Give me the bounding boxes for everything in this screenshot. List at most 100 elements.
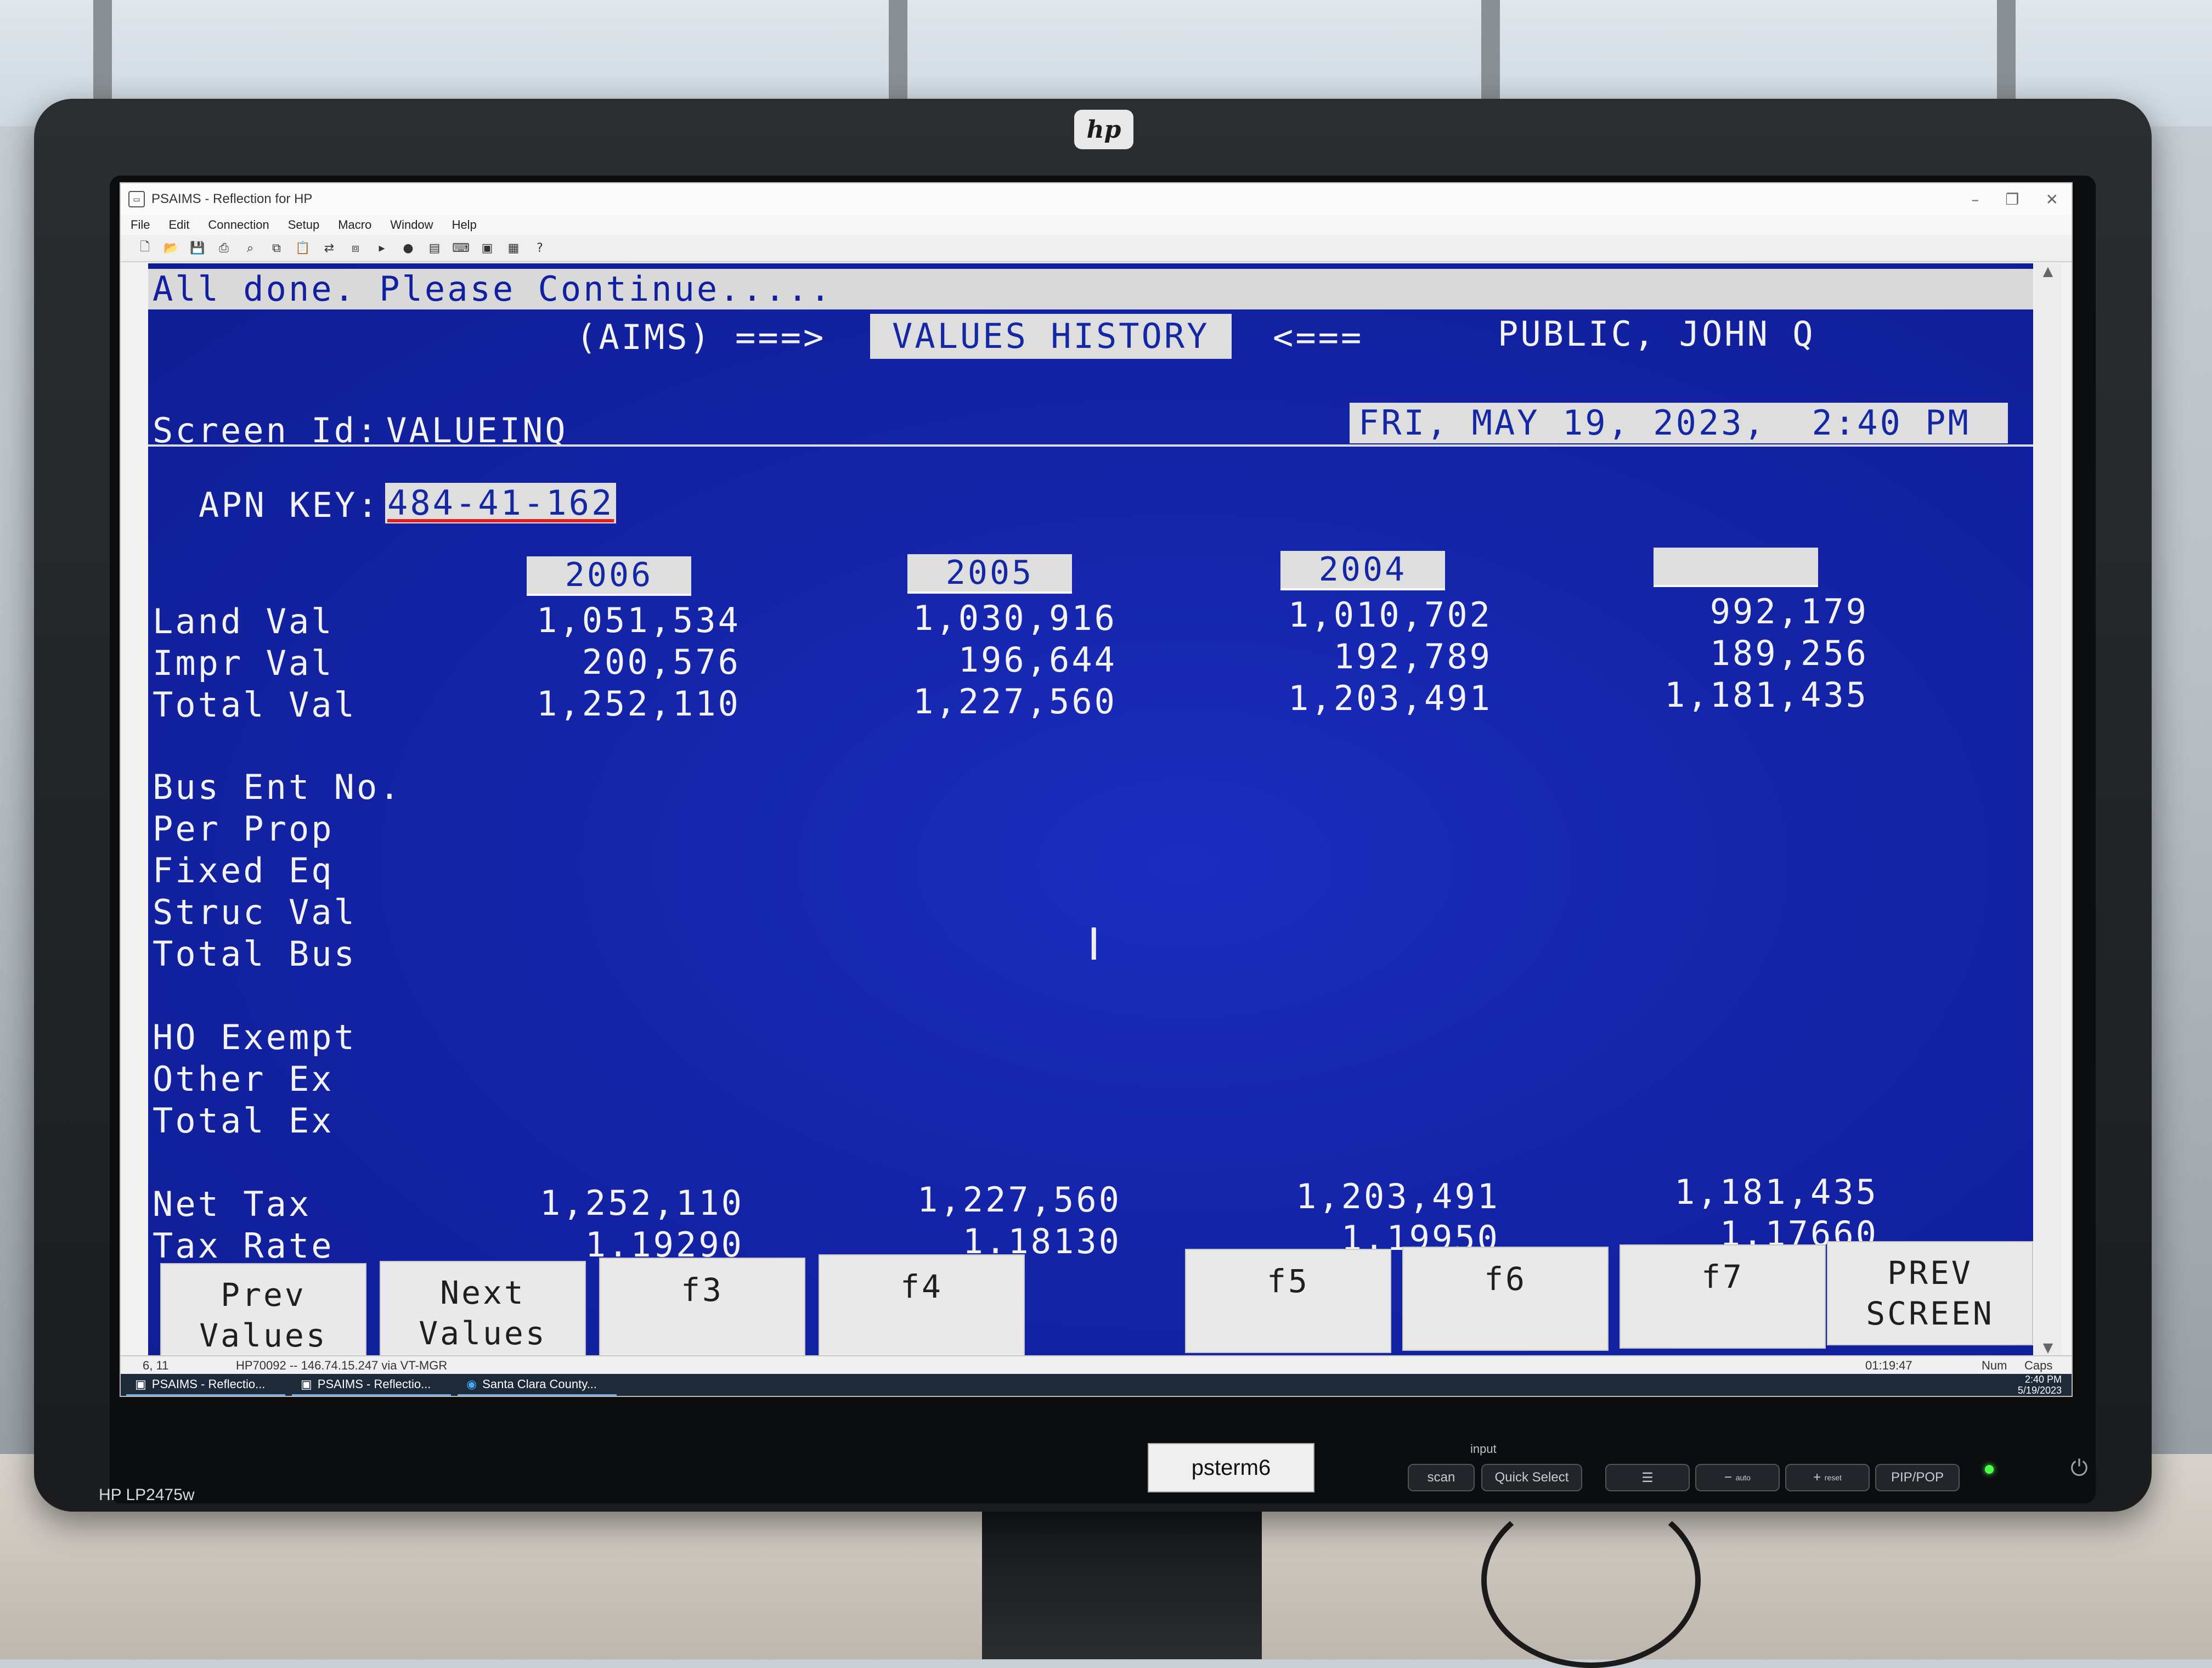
- connect-icon[interactable]: ⇄: [321, 240, 337, 256]
- menu-macro[interactable]: Macro: [338, 218, 371, 232]
- screen-id-label: Screen Id:: [153, 410, 380, 450]
- power-led: [1985, 1465, 1994, 1474]
- fkey-label: Prev: [221, 1276, 306, 1314]
- cable: [1481, 1492, 1701, 1668]
- arrow-left: <===: [1273, 317, 1364, 357]
- plus-icon: +: [1813, 1470, 1821, 1485]
- print-icon[interactable]: ⎙: [216, 240, 232, 256]
- taskbar: ▣ PSAIMS - Reflectio... ▣ PSAIMS - Refle…: [121, 1374, 2072, 1396]
- f1-prev-values-button[interactable]: Prev Values: [160, 1263, 366, 1355]
- value-cell: 200,576: [582, 642, 741, 682]
- new-icon[interactable]: 🗋: [137, 240, 153, 256]
- taskbar-item[interactable]: ◉ Santa Clara County...: [458, 1374, 617, 1396]
- menu-help[interactable]: Help: [452, 218, 477, 232]
- copy-icon[interactable]: ⧉: [269, 240, 284, 256]
- open-icon[interactable]: 📂: [163, 240, 179, 256]
- session-timer: 01:19:47: [1865, 1359, 1912, 1372]
- osd-quick-select-button[interactable]: Quick Select: [1481, 1464, 1582, 1491]
- record-icon[interactable]: ●: [400, 240, 416, 256]
- menu-window[interactable]: Window: [390, 218, 433, 232]
- divider-line: [148, 444, 2033, 447]
- arrow-right: ===>: [735, 317, 826, 357]
- power-button[interactable]: ⏻: [2063, 1452, 2096, 1485]
- app-icon: ▭: [128, 191, 145, 207]
- fkey-label: Next: [440, 1273, 526, 1311]
- caps-lock-indicator: Caps: [2024, 1359, 2053, 1372]
- fkey-label: f3: [681, 1271, 724, 1309]
- taskbar-item[interactable]: ▣ PSAIMS - Reflectio...: [126, 1374, 285, 1396]
- menu-edit[interactable]: Edit: [168, 218, 189, 232]
- fkey-label: f4: [900, 1268, 943, 1305]
- f2-next-values-button[interactable]: Next Values: [380, 1261, 586, 1355]
- fkey-label: PREV: [1887, 1254, 1973, 1292]
- display-icon[interactable]: ▤: [427, 240, 442, 256]
- f7-button[interactable]: f7: [1620, 1244, 1826, 1349]
- f5-button[interactable]: f5: [1185, 1249, 1391, 1353]
- edge-browser-icon: ◉: [466, 1377, 477, 1391]
- apn-input[interactable]: 484-41-162: [385, 483, 617, 523]
- menu-icon: ☰: [1641, 1470, 1654, 1485]
- hp-logo: hp: [1074, 110, 1133, 149]
- value-cell: 1,203,491: [1288, 678, 1492, 718]
- menu-setup[interactable]: Setup: [288, 218, 320, 232]
- fkey-label: SCREEN: [1866, 1295, 1994, 1332]
- row-label: Other Ex: [153, 1059, 334, 1099]
- row-label: Total Bus: [153, 934, 357, 974]
- menu-connection[interactable]: Connection: [208, 218, 269, 232]
- vertical-scrollbar[interactable]: ▲ ▼: [2034, 263, 2062, 1355]
- play-icon[interactable]: ▸: [374, 240, 390, 256]
- minimize-button[interactable]: –: [1971, 190, 1979, 208]
- value-cell: 1.19290: [585, 1225, 744, 1265]
- save-icon[interactable]: 💾: [190, 240, 205, 256]
- f3-button[interactable]: f3: [599, 1258, 805, 1355]
- context-help-icon[interactable]: ?: [532, 240, 548, 256]
- keyboard-icon[interactable]: ⌨: [452, 240, 470, 256]
- osd-plus-button[interactable]: + reset: [1785, 1464, 1870, 1491]
- status-bar: 6, 11 HP70092 -- 146.74.15.247 via VT-MG…: [121, 1355, 2072, 1375]
- value-cell: 1,181,435: [1664, 675, 1869, 715]
- reflection-app-icon: ▣: [301, 1377, 312, 1391]
- row-label: Total Ex: [153, 1101, 334, 1141]
- title-bar: ▭ PSAIMS - Reflection for HP – ❐ ✕: [121, 183, 2072, 215]
- osd-input-label: input: [1470, 1442, 1497, 1456]
- f6-button[interactable]: f6: [1402, 1247, 1609, 1351]
- value-cell: 196,644: [958, 640, 1117, 680]
- osd-scan-button[interactable]: scan: [1408, 1464, 1475, 1491]
- value-cell: 1.18130: [962, 1221, 1121, 1261]
- taskbar-clock[interactable]: 2:40 PM 5/19/2023: [2018, 1374, 2062, 1396]
- monitor-stand: [982, 1512, 1262, 1659]
- year-header: [1654, 548, 1818, 587]
- reflection-app-icon: ▣: [135, 1377, 146, 1391]
- power-icon: ⏻: [2070, 1456, 2088, 1481]
- clock-date: 5/19/2023: [2017, 1385, 2062, 1396]
- reflection-window: ▭ PSAIMS - Reflection for HP – ❐ ✕ File …: [120, 182, 2073, 1397]
- menu-file[interactable]: File: [131, 218, 150, 232]
- paste-icon[interactable]: 📋: [295, 240, 311, 256]
- grid-icon[interactable]: ▦: [506, 240, 521, 256]
- f8-prev-screen-button[interactable]: PREV SCREEN: [1827, 1241, 2033, 1345]
- fkey-label: Values: [199, 1317, 328, 1354]
- text-cursor-icon: I: [1087, 919, 1101, 970]
- terminal-icon[interactable]: ▣: [479, 240, 495, 256]
- owner-name: PUBLIC, JOHN Q: [1498, 314, 1815, 354]
- datetime-display: FRI, MAY 19, 2023, 2:40 PM: [1350, 403, 2008, 443]
- scroll-down-icon[interactable]: ▼: [2034, 1340, 2062, 1355]
- find-icon[interactable]: ⌕: [242, 240, 258, 256]
- fkey-label: f7: [1701, 1258, 1744, 1295]
- row-label: Total Val: [153, 685, 357, 725]
- session-icon[interactable]: ⧈: [348, 240, 363, 256]
- scroll-up-icon[interactable]: ▲: [2034, 263, 2062, 279]
- osd-menu-button[interactable]: ☰: [1605, 1464, 1690, 1491]
- toolbar: 🗋 📂 💾 ⎙ ⌕ ⧉ 📋 ⇄ ⧈ ▸ ● ▤ ⌨ ▣ ▦ ?: [121, 235, 2072, 262]
- terminal-screen[interactable]: All done. Please Continue..... (AIMS) ==…: [148, 263, 2033, 1355]
- close-button[interactable]: ✕: [2046, 190, 2058, 208]
- apn-label: APN KEY:: [199, 485, 380, 525]
- screen-title: VALUES HISTORY: [870, 314, 1232, 359]
- osd-minus-button[interactable]: − auto: [1695, 1464, 1780, 1491]
- menu-bar: File Edit Connection Setup Macro Window …: [121, 215, 2072, 235]
- taskbar-item[interactable]: ▣ PSAIMS - Reflectio...: [292, 1374, 451, 1396]
- restore-button[interactable]: ❐: [2005, 190, 2019, 208]
- row-label: Impr Val: [153, 643, 334, 683]
- f4-button[interactable]: f4: [819, 1254, 1025, 1355]
- osd-pip-button[interactable]: PIP/POP: [1875, 1464, 1960, 1491]
